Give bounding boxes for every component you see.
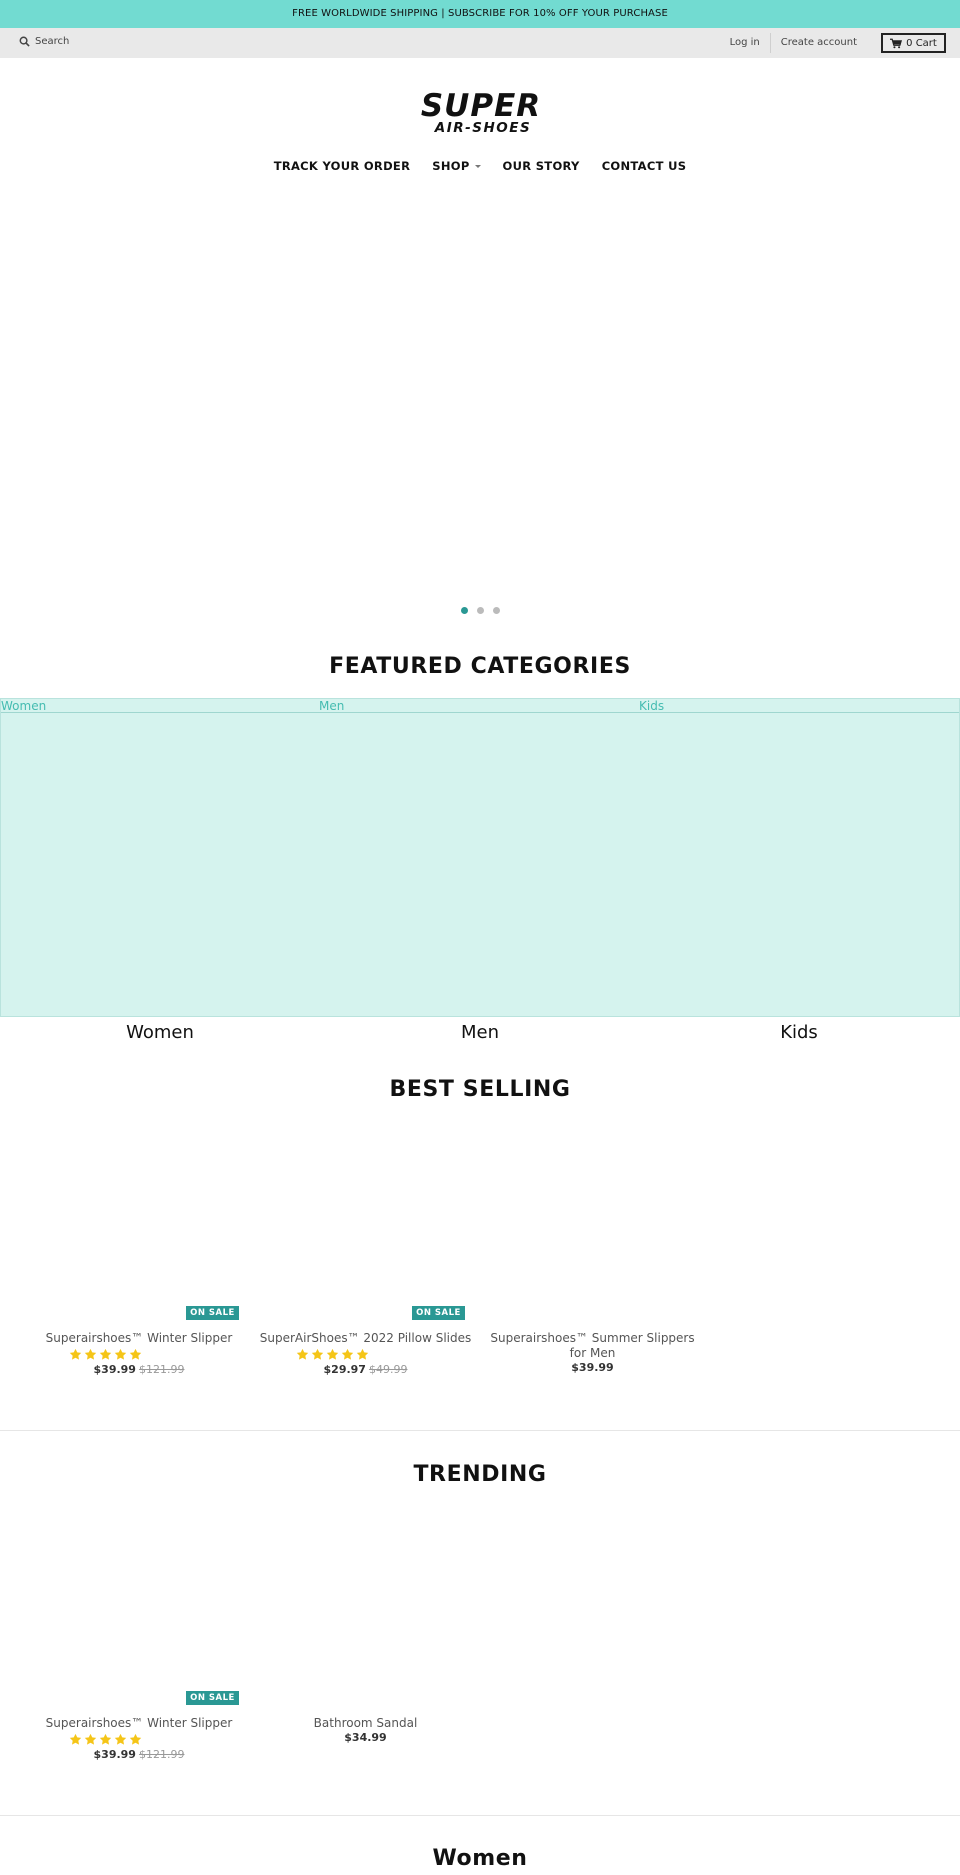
nav-shop[interactable]: SHOP [432, 159, 481, 173]
product-title[interactable]: Superairshoes™ Winter Slipper [39, 1716, 239, 1731]
section-divider [0, 1430, 960, 1431]
product-card[interactable]: ON SALE SuperAirShoes™ 2022 Pillow Slide… [260, 1125, 471, 1385]
category-link-row: Women Men Kids [1, 699, 959, 713]
search-label: Search [35, 36, 70, 47]
women-section-title: Women [432, 1846, 528, 1871]
product-card[interactable]: Bathroom Sandal $34.99 [263, 1510, 468, 1770]
product-rating [296, 1348, 369, 1361]
star-icon [84, 1348, 97, 1360]
star-icon [114, 1348, 127, 1360]
original-price: $49.99 [368, 1363, 408, 1376]
star-icon [356, 1348, 369, 1360]
star-icon [326, 1348, 339, 1360]
product-price: $39.99 [490, 1361, 695, 1374]
search-link[interactable]: Search [19, 36, 69, 47]
category-name-kids[interactable]: Kids [639, 1022, 959, 1043]
star-icon [129, 1733, 142, 1745]
product-card[interactable]: ON SALE Superairshoes™ Winter Slipper $3… [39, 1125, 239, 1385]
main-navigation: TRACK YOUR ORDER SHOP OUR STORY CONTACT … [0, 159, 960, 173]
slider-dot-2[interactable] [476, 607, 484, 614]
star-icon [129, 1348, 142, 1360]
utility-bar: Search Log in Create account 0 Cart [0, 28, 960, 58]
slider-dots [0, 607, 960, 614]
search-icon [19, 36, 30, 47]
star-icon [69, 1733, 82, 1745]
star-icon [99, 1733, 112, 1745]
product-title-line1: Superairshoes™ Summer Slippers [490, 1331, 695, 1345]
login-link[interactable]: Log in [720, 33, 770, 53]
trending-title: TRENDING [413, 1462, 547, 1487]
product-price-value: $39.99 [571, 1361, 614, 1374]
category-name-women[interactable]: Women [0, 1022, 320, 1043]
caret-down-icon [474, 165, 481, 168]
product-price: $39.99 $121.99 [39, 1748, 239, 1761]
create-account-link[interactable]: Create account [771, 33, 867, 53]
star-icon [296, 1348, 309, 1360]
product-title-line2: for Men [569, 1346, 616, 1360]
cart-icon [890, 38, 903, 48]
product-title[interactable]: Superairshoes™ Summer Slippers for Men [490, 1331, 695, 1361]
category-link-men[interactable]: Men [319, 699, 344, 713]
star-icon [99, 1348, 112, 1360]
product-price: $39.99 $121.99 [39, 1363, 239, 1376]
logo-line2: AIR-SHOES [434, 120, 531, 136]
nav-our-story[interactable]: OUR STORY [503, 159, 580, 173]
sale-price: $39.99 [93, 1363, 136, 1376]
nav-contact-us[interactable]: CONTACT US [602, 159, 687, 173]
slider-dot-3[interactable] [492, 607, 500, 614]
star-icon [84, 1733, 97, 1745]
featured-categories-grid: Women Men Kids [0, 698, 960, 1017]
section-divider [0, 1815, 960, 1816]
on-sale-badge: ON SALE [412, 1306, 465, 1320]
nav-shop-label: SHOP [432, 159, 470, 173]
cart-label: 0 Cart [906, 37, 937, 49]
featured-categories-title: FEATURED CATEGORIES [329, 654, 631, 679]
product-price: $29.97 $49.99 [263, 1363, 468, 1376]
star-icon [69, 1348, 82, 1360]
product-card[interactable]: ON SALE Superairshoes™ Winter Slipper $3… [39, 1510, 239, 1770]
original-price: $121.99 [138, 1748, 185, 1761]
category-link-kids[interactable]: Kids [639, 699, 664, 713]
sale-price: $39.99 [93, 1748, 136, 1761]
best-selling-title: BEST SELLING [389, 1077, 571, 1102]
product-title[interactable]: Superairshoes™ Winter Slipper [39, 1331, 239, 1346]
product-title[interactable]: Bathroom Sandal [263, 1716, 468, 1731]
on-sale-badge: ON SALE [186, 1691, 239, 1705]
logo-line1: SUPER [421, 88, 541, 124]
hero-slider [0, 190, 960, 600]
star-icon [311, 1348, 324, 1360]
product-price: $34.99 [263, 1731, 468, 1744]
sale-price: $29.97 [323, 1363, 366, 1376]
original-price: $121.99 [138, 1363, 185, 1376]
cart-button[interactable]: 0 Cart [881, 33, 946, 53]
category-link-women[interactable]: Women [1, 699, 46, 713]
product-rating [69, 1348, 142, 1361]
slider-dot-1[interactable] [460, 607, 468, 614]
announcement-bar: FREE WORLDWIDE SHIPPING | SUBSCRIBE FOR … [0, 0, 960, 28]
star-icon [341, 1348, 354, 1360]
product-price-value: $34.99 [344, 1731, 387, 1744]
on-sale-badge: ON SALE [186, 1306, 239, 1320]
nav-track-order[interactable]: TRACK YOUR ORDER [274, 159, 411, 173]
category-name-men[interactable]: Men [320, 1022, 640, 1043]
star-icon [114, 1733, 127, 1745]
product-rating [69, 1733, 142, 1746]
product-card[interactable]: Superairshoes™ Summer Slippers for Men $… [490, 1125, 695, 1385]
site-logo[interactable]: SUPER AIR-SHOES [396, 88, 566, 136]
product-title[interactable]: SuperAirShoes™ 2022 Pillow Slides [259, 1331, 472, 1346]
